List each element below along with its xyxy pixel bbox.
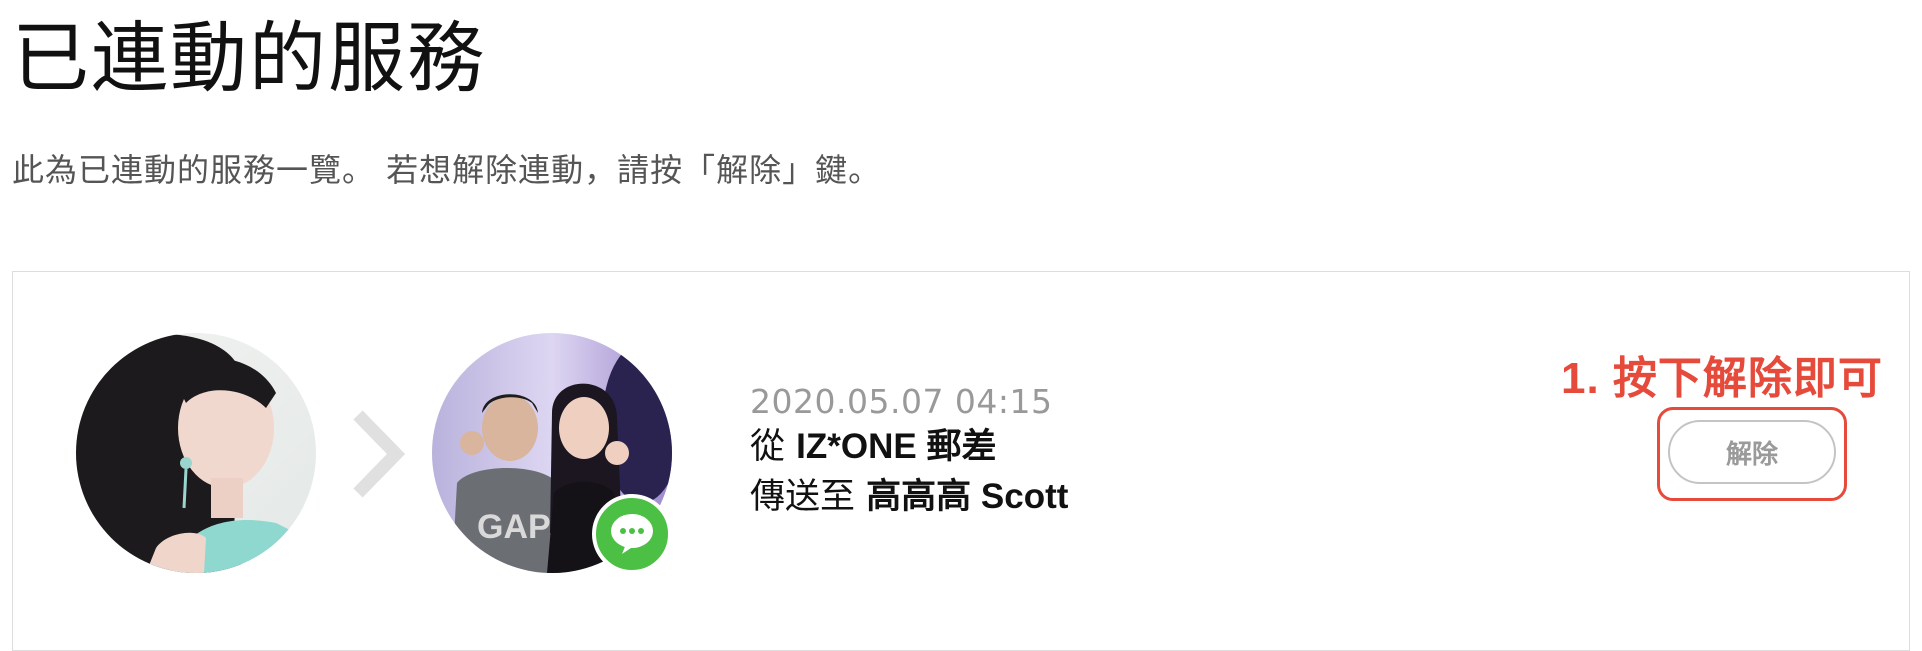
target-user-name: 高高高 Scott [866, 476, 1069, 516]
connection-info: 2020.05.07 04:15 從 IZ*ONE 郵差 傳送至 高高高 Sco… [750, 382, 1068, 522]
chevron-right-icon [353, 410, 406, 498]
page-title: 已連動的服務 [12, 15, 486, 104]
to-prefix: 傳送至 [750, 476, 856, 517]
connected-service-card: GAP 2020.05.07 04:15 從 IZ*ONE 郵差 傳送至 高高高… [12, 271, 1910, 651]
from-line: 從 IZ*ONE 郵差 [750, 422, 1068, 472]
svg-text:GAP: GAP [477, 508, 551, 546]
line-chat-bubble-icon [611, 514, 653, 554]
service-avatar [76, 333, 316, 573]
to-line: 傳送至 高高高 Scott [750, 472, 1068, 522]
service-name: IZ*ONE 郵差 [796, 426, 997, 466]
from-prefix: 從 [750, 426, 786, 467]
page-description: 此為已連動的服務一覽。 若想解除連動，請按「解除」鍵。 [12, 151, 882, 189]
unlink-button[interactable]: 解除 [1668, 420, 1836, 484]
connection-date: 2020.05.07 04:15 [750, 382, 1053, 421]
instruction-annotation: 1. 按下解除即可 [1561, 354, 1883, 403]
line-chat-badge [592, 494, 672, 574]
